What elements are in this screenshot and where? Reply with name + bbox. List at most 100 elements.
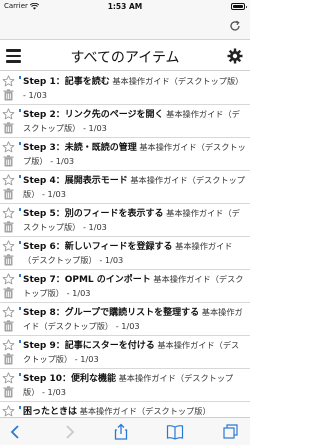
list-item[interactable]: Step 3：未読・既読の管理 基本操作ガイド（デスクトップ版） - 1/03 — [0, 138, 250, 171]
item-text[interactable]: Step 6：新しいフィードを登録する 基本操作ガイド（デスクトップ版） - 1… — [23, 240, 246, 267]
trash-icon[interactable] — [3, 122, 14, 134]
star-icon[interactable] — [2, 75, 15, 87]
bookmarks-icon[interactable] — [166, 423, 184, 441]
browser-toolbar — [0, 417, 250, 445]
item-text[interactable]: 困ったときは 基本操作ガイド（デスクトップ版） — [23, 405, 246, 417]
reload-icon[interactable] — [228, 19, 242, 33]
item-feed-name: 基本操作ガイド（デスクトップ版） — [112, 76, 244, 86]
unread-marker — [19, 241, 21, 244]
unread-marker — [19, 142, 21, 145]
item-title[interactable]: Step 9：記事にスターを付ける — [23, 341, 155, 351]
item-feed-name: 基本操作ガイド（デスクトップ版） — [79, 406, 211, 416]
list-item[interactable]: Step 5：別のフィードを表示する 基本操作ガイド（デスクトップ版） - 1/… — [0, 204, 250, 237]
item-title[interactable]: 困ったときは — [23, 407, 77, 417]
item-actions — [2, 405, 16, 417]
star-icon[interactable] — [2, 306, 15, 318]
item-title[interactable]: Step 1：記事を読む — [23, 77, 110, 87]
unread-marker — [19, 406, 21, 409]
item-date: - 1/03 — [99, 255, 124, 265]
trash-icon[interactable] — [3, 320, 14, 332]
list-item[interactable]: Step 10：便利な機能 基本操作ガイド（デスクトップ版） - 1/03 — [0, 369, 250, 402]
item-text[interactable]: Step 3：未読・既読の管理 基本操作ガイド（デスクトップ版） - 1/03 — [23, 141, 246, 168]
item-date: - 1/03 — [50, 156, 75, 166]
item-date: - 1/03 — [74, 354, 99, 364]
item-actions — [2, 207, 16, 233]
item-actions — [2, 372, 16, 398]
list-item[interactable]: 困ったときは 基本操作ガイド（デスクトップ版） — [0, 402, 250, 417]
status-time: 1:53 AM — [107, 2, 143, 11]
list-item[interactable]: Step 4：展開表示モード 基本操作ガイド（デスクトップ版） - 1/03 — [0, 171, 250, 204]
trash-icon[interactable] — [3, 89, 14, 101]
star-icon[interactable] — [2, 141, 15, 153]
item-title[interactable]: Step 4：展開表示モード — [23, 176, 128, 186]
list-item[interactable]: Step 2：リンク先のページを開く 基本操作ガイド（デスクトップ版） - 1/… — [0, 105, 250, 138]
item-actions — [2, 108, 16, 134]
item-text[interactable]: Step 8：グループで購読リストを整理する 基本操作ガイド（デスクトップ版） … — [23, 306, 246, 333]
back-icon[interactable] — [7, 423, 25, 441]
star-icon[interactable] — [2, 273, 15, 285]
unread-marker — [19, 373, 21, 376]
item-text[interactable]: Step 7：OPML のインポート 基本操作ガイド（デスクトップ版） - 1/… — [23, 273, 246, 300]
item-list: Step 1：記事を読む 基本操作ガイド（デスクトップ版） - 1/03 Step… — [0, 72, 250, 417]
battery-icon — [231, 3, 247, 10]
browser-url-bar[interactable] — [0, 13, 250, 40]
unread-marker — [19, 208, 21, 211]
item-text[interactable]: Step 10：便利な機能 基本操作ガイド（デスクトップ版） - 1/03 — [23, 372, 246, 399]
item-actions — [2, 273, 16, 299]
forward-icon[interactable] — [60, 423, 78, 441]
list-item[interactable]: Step 1：記事を読む 基本操作ガイド（デスクトップ版） - 1/03 — [0, 72, 250, 105]
star-icon[interactable] — [2, 372, 15, 384]
item-text[interactable]: Step 1：記事を読む 基本操作ガイド（デスクトップ版） - 1/03 — [23, 75, 246, 102]
list-item[interactable]: Step 8：グループで購読リストを整理する 基本操作ガイド（デスクトップ版） … — [0, 303, 250, 336]
item-date: - 1/03 — [42, 387, 66, 397]
trash-icon[interactable] — [3, 353, 14, 365]
star-icon[interactable] — [2, 207, 15, 219]
unread-marker — [19, 76, 21, 79]
status-bar: Carrier 1:53 AM — [0, 0, 250, 13]
trash-icon[interactable] — [3, 155, 14, 167]
item-title[interactable]: Step 3：未読・既読の管理 — [23, 143, 137, 153]
list-item[interactable]: Step 6：新しいフィードを登録する 基本操作ガイド（デスクトップ版） - 1… — [0, 237, 250, 270]
item-text[interactable]: Step 9：記事にスターを付ける 基本操作ガイド（デスクトップ版） - 1/0… — [23, 339, 246, 366]
item-title[interactable]: Step 6：新しいフィードを登録する — [23, 242, 173, 252]
item-actions — [2, 141, 16, 167]
item-date: - 1/03 — [82, 222, 107, 232]
item-title[interactable]: Step 8：グループで購読リストを整理する — [23, 308, 199, 318]
trash-icon[interactable] — [3, 221, 14, 233]
item-title[interactable]: Step 10：便利な機能 — [23, 374, 116, 384]
trash-icon[interactable] — [3, 188, 14, 200]
item-actions — [2, 339, 16, 365]
item-title[interactable]: Step 2：リンク先のページを開く — [23, 110, 164, 120]
item-actions — [2, 240, 16, 266]
trash-icon[interactable] — [3, 386, 14, 398]
list-item[interactable]: Step 7：OPML のインポート 基本操作ガイド（デスクトップ版） - 1/… — [0, 270, 250, 303]
unread-marker — [19, 307, 21, 310]
item-text[interactable]: Step 4：展開表示モード 基本操作ガイド（デスクトップ版） - 1/03 — [23, 174, 246, 201]
list-item[interactable]: Step 9：記事にスターを付ける 基本操作ガイド（デスクトップ版） - 1/0… — [0, 336, 250, 369]
tabs-icon[interactable] — [222, 423, 240, 441]
trash-icon[interactable] — [3, 254, 14, 266]
star-icon[interactable] — [2, 339, 15, 351]
page-title: すべてのアイテム — [70, 50, 180, 66]
unread-marker — [19, 109, 21, 112]
item-actions — [2, 306, 16, 332]
item-title[interactable]: Step 7：OPML のインポート — [23, 275, 151, 285]
item-date: - 1/03 — [23, 90, 47, 100]
share-icon[interactable] — [112, 423, 130, 441]
trash-icon[interactable] — [3, 287, 14, 299]
unread-marker — [19, 175, 21, 178]
star-icon[interactable] — [2, 174, 15, 186]
item-text[interactable]: Step 2：リンク先のページを開く 基本操作ガイド（デスクトップ版） - 1/… — [23, 108, 246, 135]
item-actions — [2, 75, 16, 101]
item-date: - 1/03 — [66, 288, 91, 298]
item-text[interactable]: Step 5：別のフィードを表示する 基本操作ガイド（デスクトップ版） - 1/… — [23, 207, 246, 234]
gear-icon[interactable] — [227, 48, 243, 64]
star-icon[interactable] — [2, 405, 15, 417]
star-icon[interactable] — [2, 108, 15, 120]
app-header: すべてのアイテム — [0, 41, 250, 71]
item-date: - 1/03 — [82, 123, 107, 133]
unread-marker — [19, 340, 21, 343]
star-icon[interactable] — [2, 240, 15, 252]
item-date: - 1/03 — [42, 189, 66, 199]
item-title[interactable]: Step 5：別のフィードを表示する — [23, 209, 164, 219]
